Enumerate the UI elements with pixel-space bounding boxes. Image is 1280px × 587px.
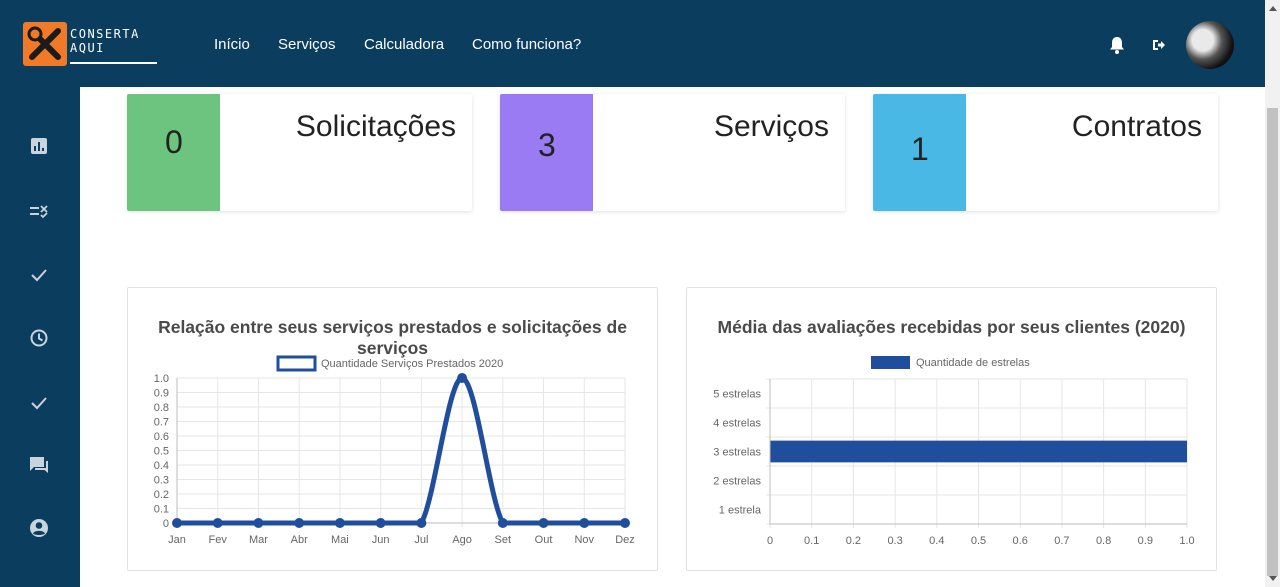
- data-point: [375, 518, 386, 528]
- data-point: [172, 518, 182, 528]
- data-point: [416, 518, 427, 528]
- scroll-up-arrow-icon[interactable]: [1269, 6, 1277, 11]
- y-tick-label: 1.0: [154, 373, 169, 385]
- account-icon[interactable]: [28, 517, 50, 539]
- y-tick-label: 1 estrela: [719, 505, 762, 517]
- y-tick-label: 0.2: [154, 489, 169, 501]
- user-avatar[interactable]: [1186, 21, 1234, 69]
- x-tick-label: 0.2: [846, 535, 861, 547]
- x-tick-label: 0: [767, 535, 773, 547]
- x-tick-label: 0.7: [1054, 535, 1069, 547]
- legend-swatch: [871, 356, 910, 369]
- data-point: [334, 518, 345, 528]
- x-tick-label: Jan: [168, 534, 186, 546]
- brand-line-2: AQUI: [70, 41, 105, 55]
- chat-icon[interactable]: [28, 454, 50, 476]
- y-tick-label: 0: [163, 518, 169, 530]
- card-title: Solicitações: [295, 110, 456, 143]
- check-icon[interactable]: [28, 392, 50, 414]
- data-point: [294, 518, 305, 528]
- x-tick-label: 1.0: [1179, 535, 1194, 547]
- card-title: Contratos: [1071, 110, 1202, 143]
- clock-icon[interactable]: [28, 327, 50, 349]
- nav-link-calculadora[interactable]: Calculadora: [364, 36, 444, 53]
- card-solicitacoes[interactable]: 0 Solicitações: [127, 94, 472, 211]
- card-count: 1: [911, 131, 929, 167]
- data-point: [212, 518, 223, 528]
- card-count: 0: [165, 124, 183, 160]
- legend-swatch: [276, 355, 317, 372]
- data-point: [620, 518, 630, 528]
- y-tick-label: 0.8: [154, 402, 169, 414]
- sidebar: [0, 87, 80, 587]
- y-tick-label: 0.4: [154, 460, 169, 472]
- x-tick-label: 0.4: [929, 535, 944, 547]
- x-tick-label: Jun: [372, 534, 390, 546]
- card-count: 3: [538, 127, 556, 163]
- x-tick-label: 0.1: [804, 535, 819, 547]
- x-tick-label: Dez: [615, 534, 635, 546]
- data-point: [457, 373, 468, 383]
- check-icon[interactable]: [28, 264, 50, 286]
- logout-icon[interactable]: [1151, 37, 1167, 58]
- x-tick-label: 0.9: [1138, 535, 1153, 547]
- y-tick-label: 0.1: [154, 504, 169, 516]
- scroll-thumb[interactable]: [1267, 108, 1278, 576]
- legend-label: Quantidade Serviços Prestados 2020: [321, 358, 503, 370]
- line-chart-panel: Relação entre seus serviços prestados e …: [127, 287, 658, 571]
- card-title: Serviços: [713, 110, 829, 143]
- card-contratos[interactable]: 1 Contratos: [873, 94, 1218, 211]
- data-point: [538, 518, 549, 528]
- x-tick-label: Fev: [209, 534, 228, 546]
- card-servicos[interactable]: 3 Serviços: [500, 94, 845, 211]
- x-tick-label: Mar: [249, 534, 268, 546]
- y-tick-label: 0.6: [154, 431, 169, 443]
- x-tick-label: Abr: [291, 534, 308, 546]
- bar: [770, 440, 1187, 463]
- x-tick-label: 0.3: [887, 535, 902, 547]
- x-tick-label: Jul: [414, 534, 428, 546]
- scroll-down-arrow-icon[interactable]: [1269, 576, 1277, 581]
- y-tick-label: 0.9: [154, 388, 169, 400]
- bar-chart: Quantidade de estrelas 0 0.1 0.2 0.3 0.4 0.5 0.…: [713, 356, 1195, 547]
- x-tick-label: Out: [535, 534, 553, 546]
- scrollbar[interactable]: [1265, 0, 1280, 587]
- line-chart: Quantidade Serviços Prestados 2020 1.0 0.9…: [154, 355, 635, 546]
- nav-link-servicos[interactable]: Serviços: [278, 36, 336, 53]
- y-tick-label: 0.3: [154, 475, 169, 487]
- y-tick-label: 5 estrelas: [713, 389, 761, 401]
- x-tick-label: 0.8: [1096, 535, 1111, 547]
- y-tick-label: 3 estrelas: [713, 447, 761, 459]
- x-tick-label: Set: [495, 534, 512, 546]
- nav-link-inicio[interactable]: Início: [214, 36, 250, 53]
- brand-underline: [70, 62, 157, 64]
- chart-icon[interactable]: [28, 135, 50, 157]
- bar-chart-panel: Média das avaliações recebidas por seus …: [686, 287, 1217, 571]
- x-tick-label: Ago: [452, 534, 472, 546]
- y-tick-label: 4 estrelas: [713, 418, 761, 430]
- data-point: [253, 518, 264, 528]
- x-tick-label: Mai: [331, 534, 349, 546]
- data-point: [497, 518, 508, 528]
- x-tick-label: 0.5: [971, 535, 986, 547]
- logo-tools-icon[interactable]: [23, 22, 67, 66]
- y-tick-label: 2 estrelas: [713, 476, 761, 488]
- data-point: [579, 518, 590, 528]
- top-navbar: CONSERTA AQUI Início Serviços Calculador…: [0, 0, 1265, 87]
- brand-name[interactable]: CONSERTA AQUI: [70, 27, 140, 55]
- checklist-icon[interactable]: [28, 200, 50, 222]
- brand-line-1: CONSERTA: [70, 27, 140, 41]
- x-tick-label: Nov: [574, 534, 594, 546]
- legend-label: Quantidade de estrelas: [916, 357, 1030, 369]
- bell-icon[interactable]: [1108, 35, 1126, 60]
- y-tick-label: 0.5: [154, 446, 169, 458]
- nav-link-como-funciona[interactable]: Como funciona?: [472, 36, 581, 53]
- x-tick-label: 0.6: [1013, 535, 1028, 547]
- y-tick-label: 0.7: [154, 417, 169, 429]
